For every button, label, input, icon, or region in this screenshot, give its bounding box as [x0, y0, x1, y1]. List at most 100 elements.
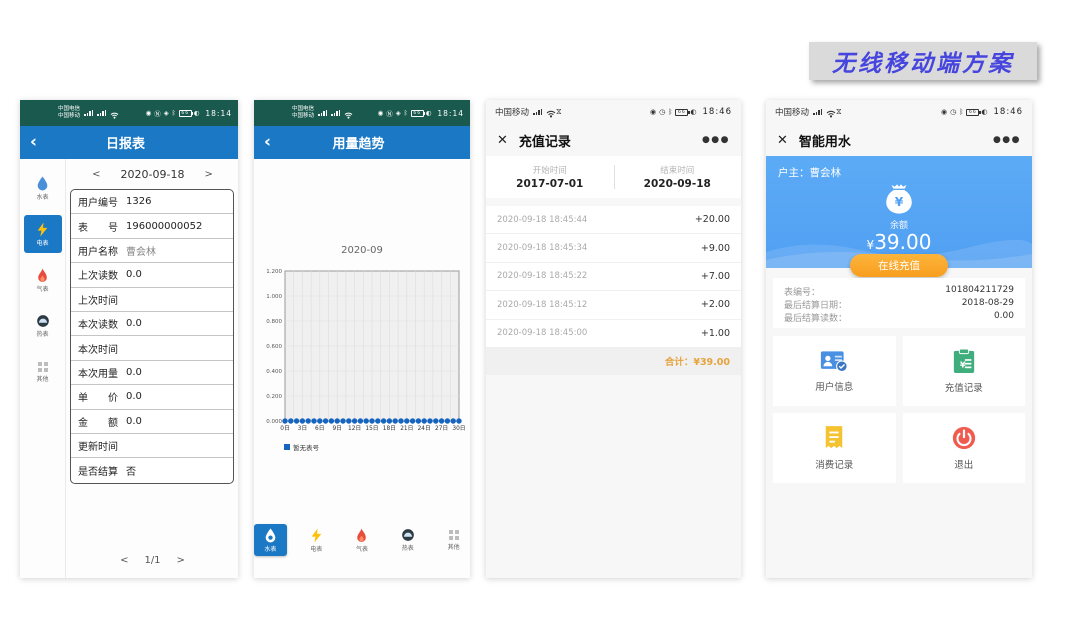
record-row[interactable]: 2020-09-18 18:45:44+20.00	[486, 206, 741, 234]
report-main: < 2020-09-18 > 用户编号1326 表 号196000000052 …	[67, 159, 238, 578]
more-icon[interactable]: ●●●	[993, 135, 1021, 145]
carrier: 中国移动	[495, 106, 529, 118]
table-row: 更新时间	[71, 434, 233, 458]
end-date-filter[interactable]: 结束时间 2020-09-18	[614, 156, 742, 198]
heat-meter-icon	[36, 314, 50, 328]
hourglass-icon: ⧖	[556, 107, 562, 117]
carrier-1: 中国电信	[58, 106, 80, 113]
tab-gas[interactable]: 气表	[346, 524, 379, 556]
status-bar: 中国移动 ⧖ ◉ ◷ ᛒ 66 ◐ 18:46	[766, 100, 1032, 124]
wifi-icon	[826, 103, 836, 122]
wifi-icon	[546, 103, 556, 122]
status-bar: 中国电信 中国移动 ◉ Ⓝ ◈ ᛒ 66 ◐ 18:14	[254, 100, 470, 126]
phone-smart-water: 中国移动 ⧖ ◉ ◷ ᛒ 66 ◐ 18:46 ✕ 智能用水 ●●● 户主：曹会…	[766, 100, 1032, 578]
eye-icon: ◉	[146, 109, 153, 117]
battery-icon: 66	[179, 110, 192, 117]
table-row: 上次时间	[71, 288, 233, 312]
next-date-button[interactable]: >	[204, 169, 212, 180]
signal-icon	[97, 110, 106, 117]
back-icon[interactable]: ‹	[264, 134, 271, 151]
back-icon[interactable]: ‹	[30, 134, 37, 151]
consume-record-icon	[823, 425, 845, 451]
moon-icon: ◐	[690, 108, 697, 116]
sidebar-item-heat[interactable]: 热表	[24, 307, 62, 345]
tab-other[interactable]: 其他	[437, 524, 470, 556]
close-icon[interactable]: ✕	[777, 133, 788, 148]
menu-user-info[interactable]: 用户信息	[773, 336, 896, 406]
alarm-icon: ◷	[659, 108, 666, 116]
menu-logout[interactable]: 退出	[903, 413, 1026, 483]
status-time: 18:46	[703, 107, 733, 117]
usage-trend-chart[interactable]: 1.2001.0000.8000.6000.4000.2000.0000日3日6…	[259, 263, 465, 439]
sidebar-item-water[interactable]: 水表	[24, 169, 62, 207]
hourglass-icon: ⧖	[836, 107, 842, 117]
svg-text:1.200: 1.200	[266, 269, 282, 275]
moon-icon: ◐	[426, 109, 433, 117]
total-amount: 合计：¥39.00	[665, 354, 730, 368]
moon-icon: ◐	[194, 109, 201, 117]
menu-consumption-records[interactable]: 消费记录	[773, 413, 896, 483]
tab-electric[interactable]: 电表	[300, 524, 333, 556]
record-row[interactable]: 2020-09-18 18:45:00+1.00	[486, 320, 741, 348]
svg-text:0日: 0日	[280, 425, 290, 432]
status-time: 18:14	[437, 109, 464, 118]
info-row: 表编号：101804211729	[784, 285, 1014, 298]
page-title: 用量趋势	[271, 133, 446, 152]
carrier-2: 中国移动	[58, 113, 80, 120]
online-recharge-button[interactable]: 在线充值	[850, 254, 948, 277]
svg-text:18日: 18日	[383, 425, 396, 432]
daily-report-table: 用户编号1326 表 号196000000052 用户名称曹会林 上次读数0.0…	[70, 189, 234, 484]
meter-type-sidebar: 水表 电表 气表 热表 其他	[20, 159, 66, 578]
page-title: 智能用水	[799, 131, 851, 150]
phone-daily-report: 中国电信 中国移动 ◉ Ⓝ ◈ ᛒ 66 ◐ 18:14 ‹ 日报表 水表 电表	[20, 100, 238, 578]
menu-grid: 用户信息 ¥ 充值记录 消费记录	[773, 336, 1025, 483]
table-row: 用户名称曹会林	[71, 239, 233, 263]
status-bar: 中国移动 ⧖ ◉ ◷ ᛒ 66 ◐ 18:46	[486, 100, 741, 124]
record-row[interactable]: 2020-09-18 18:45:22+7.00	[486, 263, 741, 291]
prev-date-button[interactable]: <	[92, 169, 100, 180]
current-date[interactable]: 2020-09-18	[121, 168, 185, 181]
info-row: 最后结算日期：2018-08-29	[784, 298, 1014, 311]
signal-icon	[533, 109, 542, 116]
tab-heat[interactable]: 热表	[391, 524, 424, 556]
prev-page-button[interactable]: <	[120, 555, 128, 566]
sidebar-item-other[interactable]: 其他	[24, 353, 62, 391]
shield-icon: ◈	[164, 109, 170, 117]
date-selector: < 2020-09-18 >	[67, 168, 238, 181]
table-row: 本次用量0.0	[71, 361, 233, 385]
nfc-icon: Ⓝ	[386, 108, 394, 118]
nfc-icon: Ⓝ	[154, 108, 162, 118]
signal-icon	[331, 110, 340, 117]
status-time: 18:14	[205, 109, 232, 118]
svg-text:27日: 27日	[435, 425, 448, 432]
svg-text:6日: 6日	[315, 425, 325, 432]
next-page-button[interactable]: >	[177, 555, 185, 566]
info-row: 最后结算读数：0.00	[784, 311, 1014, 324]
more-icon[interactable]: ●●●	[702, 135, 730, 145]
sidebar-item-gas[interactable]: 气表	[24, 261, 62, 299]
record-row[interactable]: 2020-09-18 18:45:34+9.00	[486, 234, 741, 262]
menu-recharge-records[interactable]: ¥ 充值记录	[903, 336, 1026, 406]
record-row[interactable]: 2020-09-18 18:45:12+2.00	[486, 291, 741, 319]
svg-text:¥: ¥	[895, 195, 904, 209]
divider	[614, 165, 615, 189]
svg-text:0.000: 0.000	[266, 419, 282, 425]
chart-title: 2020-09	[254, 245, 470, 256]
close-icon[interactable]: ✕	[497, 133, 508, 148]
sidebar-item-electric[interactable]: 电表	[24, 215, 62, 253]
carrier: 中国移动	[775, 106, 809, 118]
svg-text:3日: 3日	[298, 425, 308, 432]
start-date-filter[interactable]: 开始时间 2017-07-01	[486, 156, 614, 198]
money-bag-icon: ¥	[882, 182, 916, 216]
table-row: 单 价0.0	[71, 385, 233, 409]
table-row: 金 额0.0	[71, 410, 233, 434]
date-filter: 开始时间 2017-07-01 结束时间 2020-09-18	[486, 156, 741, 198]
table-row: 表 号196000000052	[71, 214, 233, 238]
wifi-icon	[110, 104, 119, 123]
flame-icon	[355, 528, 368, 543]
chart-legend: 暂无表号	[284, 442, 319, 452]
recharge-record-list: 2020-09-18 18:45:44+20.00 2020-09-18 18:…	[486, 206, 741, 375]
tab-water[interactable]: 水表	[254, 524, 287, 556]
signal-icon	[318, 110, 327, 117]
nav-bar: ‹ 日报表	[20, 126, 238, 159]
